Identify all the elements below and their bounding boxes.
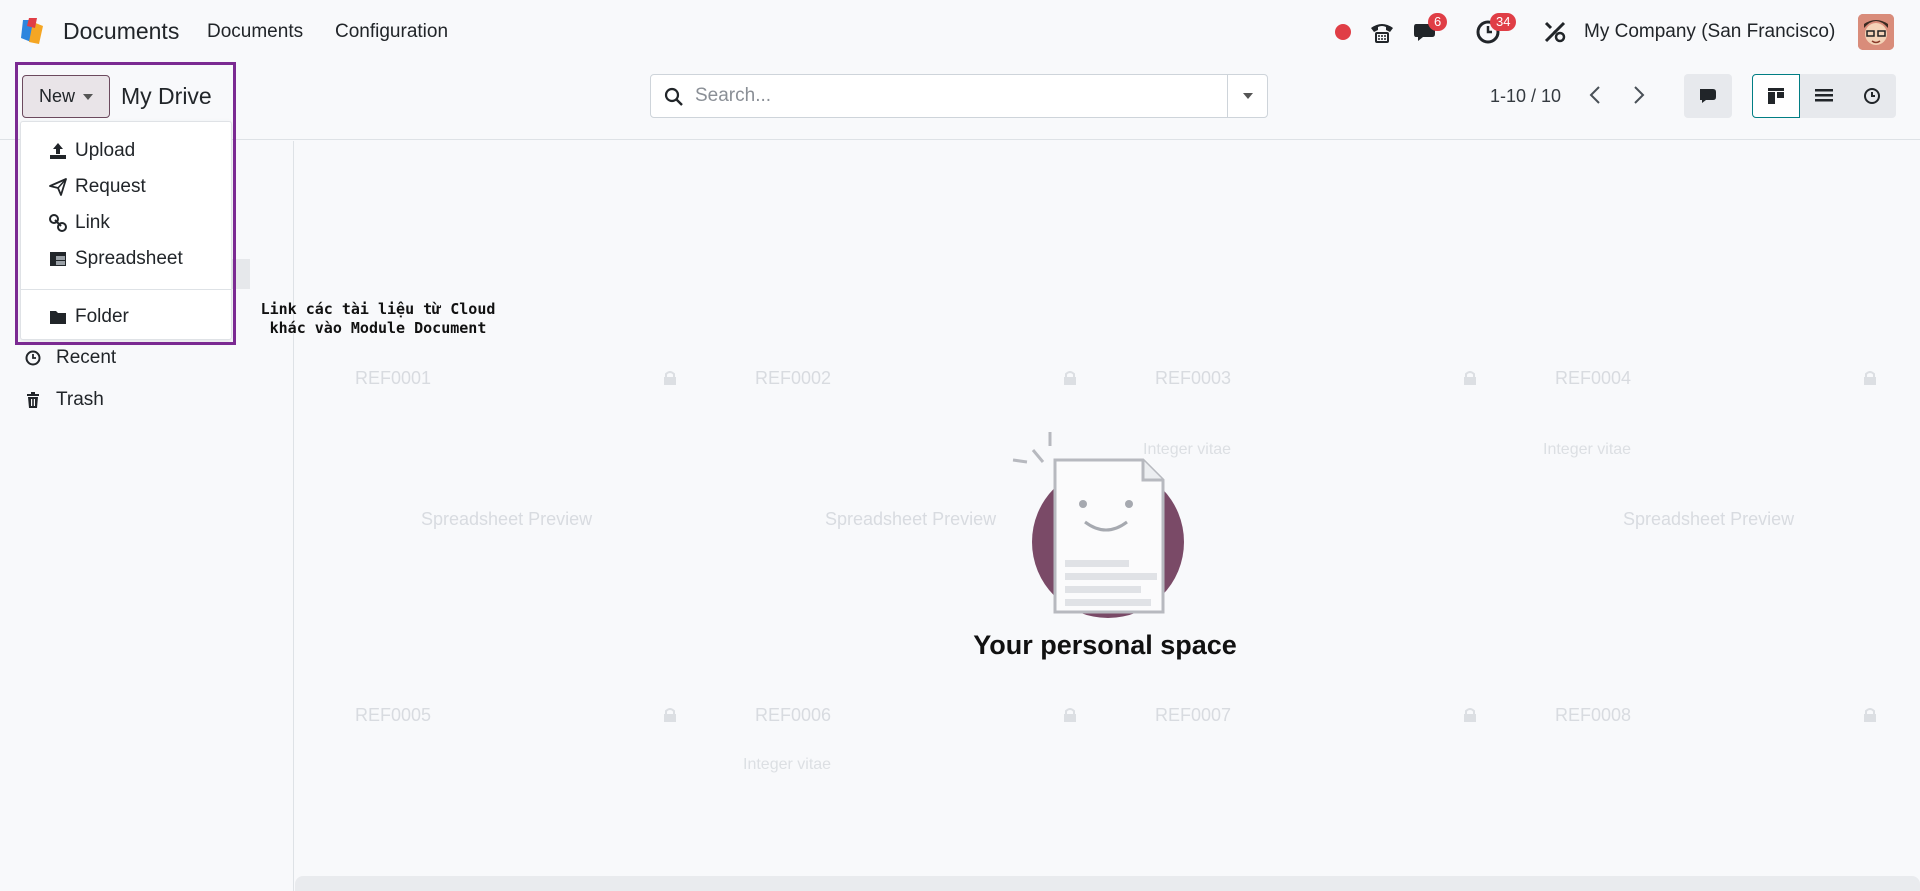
ghost-card-ref: REF0004 [1555,368,1632,388]
activities-badge: 34 [1490,13,1517,31]
tools-icon[interactable] [1541,18,1569,46]
ghost-card-preview: Spreadsheet Preview [825,509,997,529]
lock-icon [1064,708,1076,722]
clock-icon [1864,88,1880,104]
menu-documents[interactable]: Documents [207,21,303,43]
empty-state-title: Your personal space [973,630,1237,660]
kanban-icon [1768,88,1784,104]
ghost-card-ref: REF0003 [1155,368,1232,388]
annotation-note: Link các tài liệu từ Cloud khác vào Modu… [248,300,508,338]
lock-icon [1464,371,1476,385]
company-switcher[interactable]: My Company (San Francisco) [1584,21,1835,43]
ghost-card-ref: REF0007 [1155,705,1232,725]
chatter-toggle-button[interactable] [1684,74,1732,118]
search-bar[interactable] [650,74,1268,118]
messages-badge: 6 [1428,13,1448,31]
annotation-line: khác vào Module Document [269,319,487,337]
pager-next-button[interactable] [1624,79,1654,111]
annotation-line: Link các tài liệu từ Cloud [260,300,496,318]
chevron-left-icon [1589,86,1600,104]
lock-icon [1864,371,1876,385]
control-panel: New My Drive 1-10 / 10 [0,63,1920,140]
ghost-card-preview: Spreadsheet Preview [421,509,593,529]
user-avatar[interactable] [1858,14,1894,50]
app-name[interactable]: Documents [63,18,179,45]
list-icon [1815,89,1833,102]
ghost-bottom-bar [295,876,1920,891]
kanban-view-button[interactable] [1752,74,1800,118]
lock-icon [664,708,676,722]
lock-icon [1864,708,1876,722]
ghost-card-ref: REF0002 [755,368,832,388]
menu-configuration[interactable]: Configuration [335,21,448,43]
sidebar-item-label: Trash [56,389,104,410]
ghost-card-ref: REF0005 [355,705,432,725]
trash-icon [27,392,39,408]
search-icon [664,87,683,106]
ghost-card-ref: REF0001 [355,368,432,388]
top-navbar: Documents Documents Configuration 6 34 M… [0,0,1920,63]
pager-previous-button[interactable] [1580,79,1610,111]
empty-document-illustration-icon [1012,432,1184,618]
status-dot-icon[interactable] [1329,18,1357,46]
annotation-highlight-box [15,62,236,345]
sidebar-item-recent[interactable]: Recent [24,347,116,369]
sidebar-item-trash[interactable]: Trash [24,389,104,411]
ghost-card-subtitle: Integer vitae [1543,441,1632,458]
lock-icon [1464,708,1476,722]
ghost-card-ref: REF0008 [1555,705,1632,725]
chat-icon [1700,89,1716,103]
ghost-card-ref: REF0006 [755,705,832,725]
clock-icon [25,350,41,366]
phone-icon[interactable] [1368,18,1396,46]
activities-icon[interactable]: 34 [1474,13,1517,46]
chevron-right-icon [1634,86,1645,104]
activity-view-button[interactable] [1848,74,1896,118]
caret-down-icon [1242,93,1253,99]
pager-value[interactable]: 1-10 / 10 [1490,86,1561,107]
search-input[interactable] [695,75,1205,117]
lock-icon [1064,371,1076,385]
sidebar-item-label: Recent [56,347,117,368]
documents-logo-icon[interactable] [19,16,49,46]
search-options-toggle[interactable] [1227,75,1267,117]
ghost-card-subtitle: Integer vitae [743,756,832,773]
messages-icon[interactable]: 6 [1412,13,1448,46]
lock-icon [664,371,676,385]
ghost-card-preview: Spreadsheet Preview [1623,509,1795,529]
list-view-button[interactable] [1800,74,1848,118]
